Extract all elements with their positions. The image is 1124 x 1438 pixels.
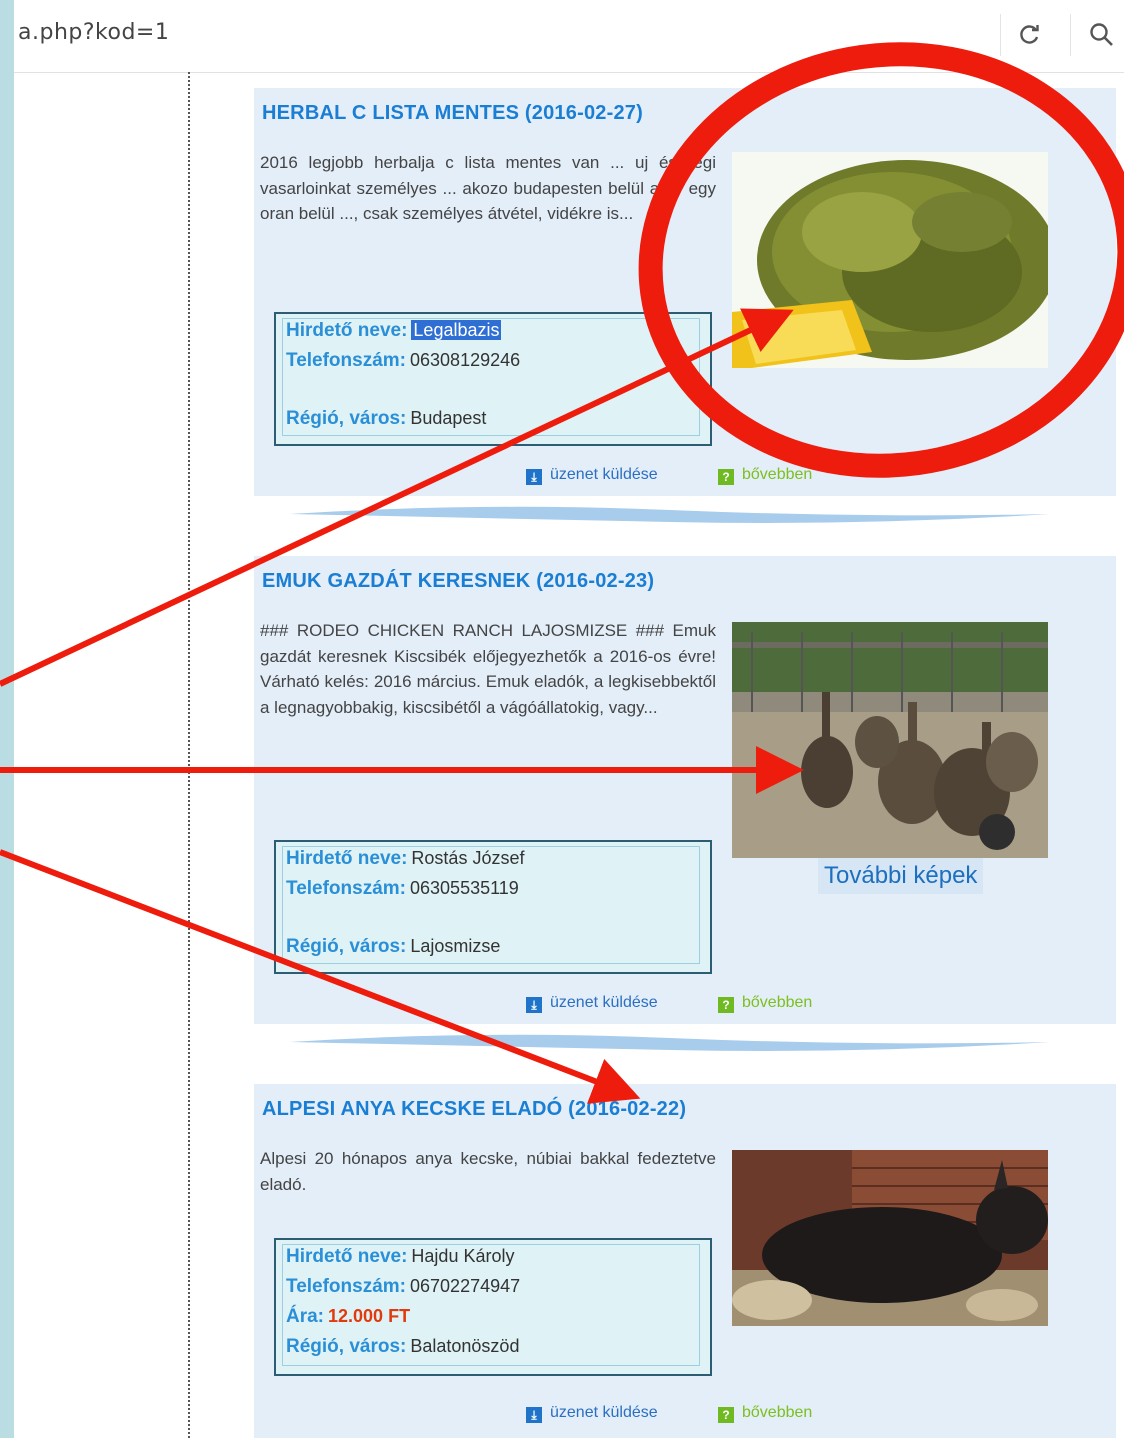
more-link[interactable]: ? bővebben xyxy=(718,994,812,1013)
message-icon: ⤓ xyxy=(526,997,542,1013)
region-line: Régió, város: Lajosmizse xyxy=(286,936,500,958)
url-separator xyxy=(1070,14,1071,56)
browser-address-bar[interactable]: a.php?kod=1 xyxy=(14,0,1124,73)
region-value: Balatonöszöd xyxy=(410,1336,520,1356)
contact-box: Hirdető neve: Rostás József Telefonszám: 0… xyxy=(274,840,712,974)
ad-card-goat: ALPESI ANYA KECSKE ELADÓ (2016-02-22) Al… xyxy=(254,1084,1116,1438)
ad-description: 2016 legjobb herbalja c lista mentes van… xyxy=(260,153,716,223)
phone-label: Telefonszám: xyxy=(286,350,407,371)
ad-card-herbal: HERBAL C LISTA MENTES (2016-02-27) 2016 … xyxy=(254,88,1116,496)
contact-box: Hirdető neve: Legalbazis Telefonszám: 0630… xyxy=(274,312,712,446)
column-divider xyxy=(188,72,190,1438)
question-icon: ? xyxy=(718,1407,734,1423)
reload-icon[interactable] xyxy=(1010,14,1050,56)
question-icon: ? xyxy=(718,469,734,485)
region-line: Régió, város: Balatonöszöd xyxy=(286,1336,519,1358)
question-icon: ? xyxy=(718,997,734,1013)
ad-title[interactable]: EMUK GAZDÁT KERESNEK (2016-02-23) xyxy=(262,570,654,593)
ad-title[interactable]: ALPESI ANYA KECSKE ELADÓ (2016-02-22) xyxy=(262,1098,686,1121)
advertiser-line: Hirdető neve: Legalbazis xyxy=(286,320,502,342)
ad-title[interactable]: HERBAL C LISTA MENTES (2016-02-27) xyxy=(262,102,643,125)
phone-number: 06305535119 xyxy=(410,878,519,898)
search-icon[interactable] xyxy=(1082,14,1122,56)
advertiser-label: Hirdető neve: xyxy=(286,320,408,341)
region-value: Budapest xyxy=(410,408,487,428)
region-label: Régió, város: xyxy=(286,936,407,957)
url-text[interactable]: a.php?kod=1 xyxy=(18,20,169,45)
more-link[interactable]: ? bővebben xyxy=(718,1404,812,1423)
ad-description: Alpesi 20 hónapos anya kecske, núbiai ba… xyxy=(260,1149,716,1194)
advertiser-label: Hirdető neve: xyxy=(286,1246,408,1267)
more-label: bővebben xyxy=(742,1404,813,1421)
message-icon: ⤓ xyxy=(526,1407,542,1423)
region-label: Régió, város: xyxy=(286,408,407,429)
phone-line: Telefonszám: 06702274947 xyxy=(286,1276,520,1298)
advertiser-line: Hirdető neve: Hajdu Károly xyxy=(286,1246,514,1268)
phone-line: Telefonszám: 06308129246 xyxy=(286,350,520,372)
contact-box: Hirdető neve: Hajdu Károly Telefonszám: 06… xyxy=(274,1238,712,1376)
phone-number: 06308129246 xyxy=(410,350,521,370)
send-message-label: üzenet küldése xyxy=(550,466,658,483)
ad-card-emus: EMUK GAZDÁT KERESNEK (2016-02-23) ### RO… xyxy=(254,556,1116,1024)
more-label: bővebben xyxy=(742,994,813,1011)
advertiser-label: Hirdető neve: xyxy=(286,848,408,869)
send-message-label: üzenet küldése xyxy=(550,1404,658,1421)
advertiser-name: Rostás József xyxy=(411,848,525,868)
separator-wave xyxy=(290,506,1050,523)
price-label: Ára: xyxy=(286,1306,325,1327)
send-message-link[interactable]: ⤓ üzenet küldése xyxy=(526,466,658,485)
advertiser-name: Hajdu Károly xyxy=(411,1246,515,1266)
more-label: bővebben xyxy=(742,466,813,483)
herbal-leaves-image[interactable] xyxy=(732,152,1048,368)
goat-image[interactable] xyxy=(732,1150,1048,1326)
advertiser-name: Legalbazis xyxy=(411,320,502,340)
message-icon: ⤓ xyxy=(526,469,542,485)
phone-label: Telefonszám: xyxy=(286,1276,407,1297)
send-message-link[interactable]: ⤓ üzenet küldése xyxy=(526,994,658,1013)
send-message-label: üzenet küldése xyxy=(550,994,658,1011)
phone-line: Telefonszám: 06305535119 xyxy=(286,878,519,900)
separator-wave xyxy=(290,1034,1050,1051)
left-sidebar-strip xyxy=(0,0,14,1438)
advertiser-line: Hirdető neve: Rostás József xyxy=(286,848,524,870)
region-value: Lajosmizse xyxy=(410,936,501,956)
region-line: Régió, város: Budapest xyxy=(286,408,486,430)
url-separator xyxy=(1000,14,1001,56)
more-pictures-link[interactable]: További képek xyxy=(818,858,984,894)
price-value: 12.000 FT xyxy=(328,1306,411,1326)
send-message-link[interactable]: ⤓ üzenet küldése xyxy=(526,1404,658,1423)
region-label: Régió, város: xyxy=(286,1336,407,1357)
more-link[interactable]: ? bővebben xyxy=(718,466,812,485)
ad-description: ### RODEO CHICKEN RANCH LAJOSMIZSE ### E… xyxy=(260,621,716,717)
emus-image[interactable] xyxy=(732,622,1048,858)
phone-label: Telefonszám: xyxy=(286,878,407,899)
price-line: Ára: 12.000 FT xyxy=(286,1306,410,1328)
phone-number: 06702274947 xyxy=(410,1276,521,1296)
